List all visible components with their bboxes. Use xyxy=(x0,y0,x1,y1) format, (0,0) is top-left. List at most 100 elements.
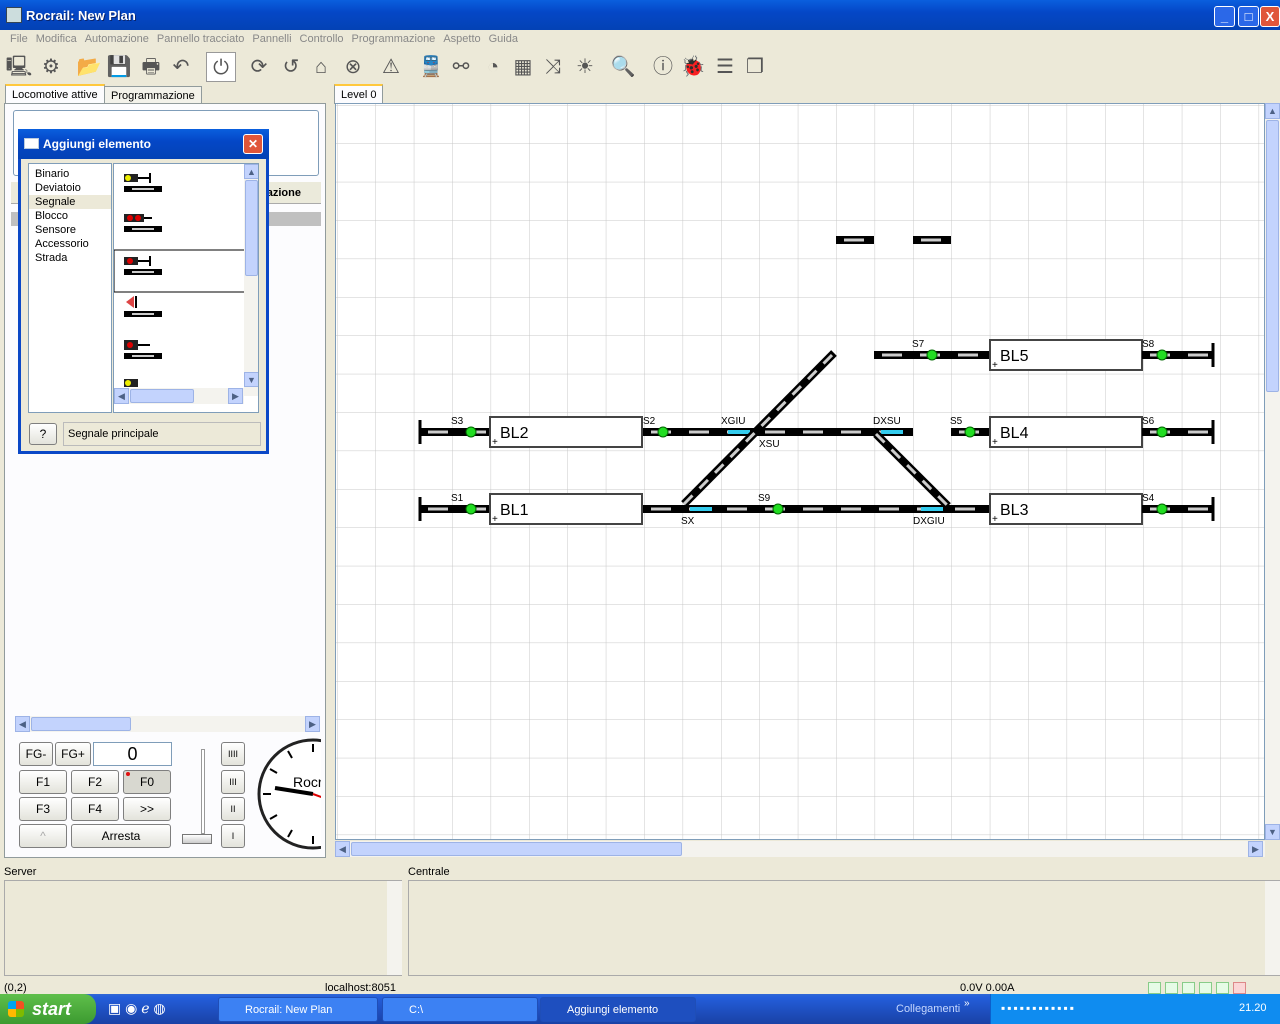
fg-minus-button[interactable]: FG- xyxy=(19,742,53,766)
help-button[interactable]: ? xyxy=(29,423,57,445)
list-icon[interactable]: ☰ xyxy=(710,52,740,82)
gear-4-button[interactable]: IIII xyxy=(221,742,245,766)
category-blocco[interactable]: Blocco xyxy=(29,209,111,223)
scroll-down-icon[interactable]: ▼ xyxy=(1265,824,1280,840)
warning-icon[interactable]: ⚠ xyxy=(376,52,406,82)
scroll-down-icon[interactable]: ▼ xyxy=(244,372,258,387)
track-plan[interactable]: BL5 + S7 S8 BL2 + BL4 + S3 S2 S5 S6 XGIU XSU DXSU BL1 + B… xyxy=(335,103,1265,840)
server-log[interactable] xyxy=(4,880,402,976)
menu-file[interactable]: File xyxy=(6,30,32,48)
scroll-right-icon[interactable]: ▶ xyxy=(305,716,320,732)
routes-icon[interactable]: ⚯ xyxy=(446,52,476,82)
train-icon[interactable]: 🚆 xyxy=(416,52,446,82)
scroll-right-icon[interactable]: ▶ xyxy=(228,388,243,404)
task-aggiungi-elemento[interactable]: Aggiungi elemento xyxy=(540,997,696,1022)
category-sensore[interactable]: Sensore xyxy=(29,223,111,237)
close-button[interactable]: X xyxy=(1260,6,1280,27)
connect-icon[interactable]: 🖳 xyxy=(4,52,34,82)
scroll-thumb[interactable] xyxy=(31,717,131,731)
gear-icon[interactable]: ⚙ xyxy=(36,52,66,82)
tab-level-0[interactable]: Level 0 xyxy=(334,84,384,104)
task-rocrail[interactable]: Rocrail: New Plan xyxy=(218,997,378,1022)
palette-vscroll[interactable]: ▲ ▼ xyxy=(244,164,258,396)
f0-button[interactable]: F0 xyxy=(123,770,171,794)
fg-plus-button[interactable]: FG+ xyxy=(55,742,91,766)
scroll-thumb[interactable] xyxy=(130,389,194,403)
links-toolbar[interactable]: Collegamenti xyxy=(896,1003,960,1015)
pages-icon[interactable]: ❐ xyxy=(740,52,770,82)
menu-pannello-tracciato[interactable]: Pannello tracciato xyxy=(153,30,248,48)
central-log[interactable] xyxy=(408,880,1280,976)
dialog-close-icon[interactable]: ✕ xyxy=(243,134,263,154)
signal-palette[interactable]: ▲ ▼ ◀ ▶ xyxy=(113,163,259,413)
minimize-button[interactable]: _ xyxy=(1214,6,1235,27)
category-deviatoio[interactable]: Deviatoio xyxy=(29,181,111,195)
blocks-icon[interactable]: ▦ xyxy=(508,52,538,82)
search-icon[interactable]: 🔍 xyxy=(608,52,638,82)
menu-automazione[interactable]: Automazione xyxy=(81,30,153,48)
light-icon[interactable]: ☀ xyxy=(570,52,600,82)
scroll-up-icon[interactable]: ▲ xyxy=(1265,103,1280,119)
speed-slider-handle[interactable] xyxy=(182,834,212,844)
cancel-icon[interactable]: ⊗ xyxy=(338,52,368,82)
home-icon[interactable]: ⌂ xyxy=(306,52,336,82)
bug-icon[interactable]: 🐞 xyxy=(678,52,708,82)
central-log-scroll[interactable] xyxy=(1265,881,1280,975)
menu-controllo[interactable]: Controllo xyxy=(296,30,348,48)
tab-programmazione[interactable]: Programmazione xyxy=(104,86,202,104)
plan-hscroll[interactable]: ◀ ▶ xyxy=(335,841,1265,857)
info-icon[interactable]: ⓘ xyxy=(648,52,678,82)
quicklaunch-icons[interactable]: ▣ ◉ ℯ ◍ xyxy=(108,1000,166,1017)
f3-button[interactable]: F3 xyxy=(19,797,67,821)
speed-field[interactable]: 0 xyxy=(93,742,172,766)
category-list[interactable]: Binario Deviatoio Segnale Blocco Sensore… xyxy=(28,163,112,413)
gear-1-button[interactable]: I xyxy=(221,824,245,848)
scroll-left-icon[interactable]: ◀ xyxy=(15,716,30,732)
palette-hscroll[interactable]: ◀ ▶ xyxy=(114,388,244,404)
menu-modifica[interactable]: Modifica xyxy=(32,30,81,48)
menu-programmazione[interactable]: Programmazione xyxy=(348,30,440,48)
scroll-right-icon[interactable]: ▶ xyxy=(1248,841,1263,857)
scroll-thumb[interactable] xyxy=(351,842,682,856)
f4-button[interactable]: F4 xyxy=(71,797,119,821)
save-icon[interactable]: 💾 xyxy=(104,52,134,82)
sync-icon[interactable]: ⟳ xyxy=(244,52,274,82)
task-console[interactable]: C:\ xyxy=(382,997,538,1022)
direction-button[interactable]: ^ xyxy=(19,824,67,848)
gear-2-button[interactable]: II xyxy=(221,797,245,821)
shuffle-icon[interactable]: ⤨ xyxy=(538,52,568,82)
menu-pannelli[interactable]: Pannelli xyxy=(248,30,295,48)
undo-icon[interactable]: ↶ xyxy=(166,52,196,82)
speedometer-icon[interactable]: ◔ xyxy=(478,52,508,82)
category-binario[interactable]: Binario xyxy=(29,167,111,181)
scroll-thumb[interactable] xyxy=(1266,120,1279,392)
scroll-up-icon[interactable]: ▲ xyxy=(244,164,258,179)
loco-hscroll[interactable]: ◀ ▶ xyxy=(15,716,320,732)
print-icon[interactable]: 🖶 xyxy=(136,52,166,82)
scroll-thumb[interactable] xyxy=(245,180,258,276)
tab-locomotive-attive[interactable]: Locomotive attive xyxy=(5,84,105,104)
reset-icon[interactable]: ↺ xyxy=(276,52,306,82)
scroll-left-icon[interactable]: ◀ xyxy=(114,388,129,404)
start-button[interactable]: start xyxy=(0,994,96,1024)
f1-button[interactable]: F1 xyxy=(19,770,67,794)
server-log-scroll[interactable] xyxy=(387,881,402,975)
links-chevron-icon[interactable]: » xyxy=(964,998,970,1009)
more-functions-button[interactable]: >> xyxy=(123,797,171,821)
track-sleeper xyxy=(803,507,823,511)
category-accessorio[interactable]: Accessorio xyxy=(29,237,111,251)
power-icon[interactable]: ⏻ xyxy=(206,52,236,82)
maximize-button[interactable]: □ xyxy=(1238,6,1259,27)
plan-vscroll[interactable]: ▲ ▼ xyxy=(1265,103,1280,840)
tray-icons[interactable]: ▪▪▪▪▪▪▪▪▪▪▪▪ xyxy=(1001,1001,1076,1015)
speed-slider-track[interactable] xyxy=(201,749,205,834)
stop-button[interactable]: Arresta xyxy=(71,824,171,848)
f2-button[interactable]: F2 xyxy=(71,770,119,794)
scroll-left-icon[interactable]: ◀ xyxy=(335,841,350,857)
category-segnale[interactable]: Segnale xyxy=(29,195,111,209)
category-strada[interactable]: Strada xyxy=(29,251,111,265)
open-icon[interactable]: 📂 xyxy=(74,52,104,82)
menu-guida[interactable]: Guida xyxy=(485,30,522,48)
menu-aspetto[interactable]: Aspetto xyxy=(439,30,484,48)
gear-3-button[interactable]: III xyxy=(221,770,245,794)
